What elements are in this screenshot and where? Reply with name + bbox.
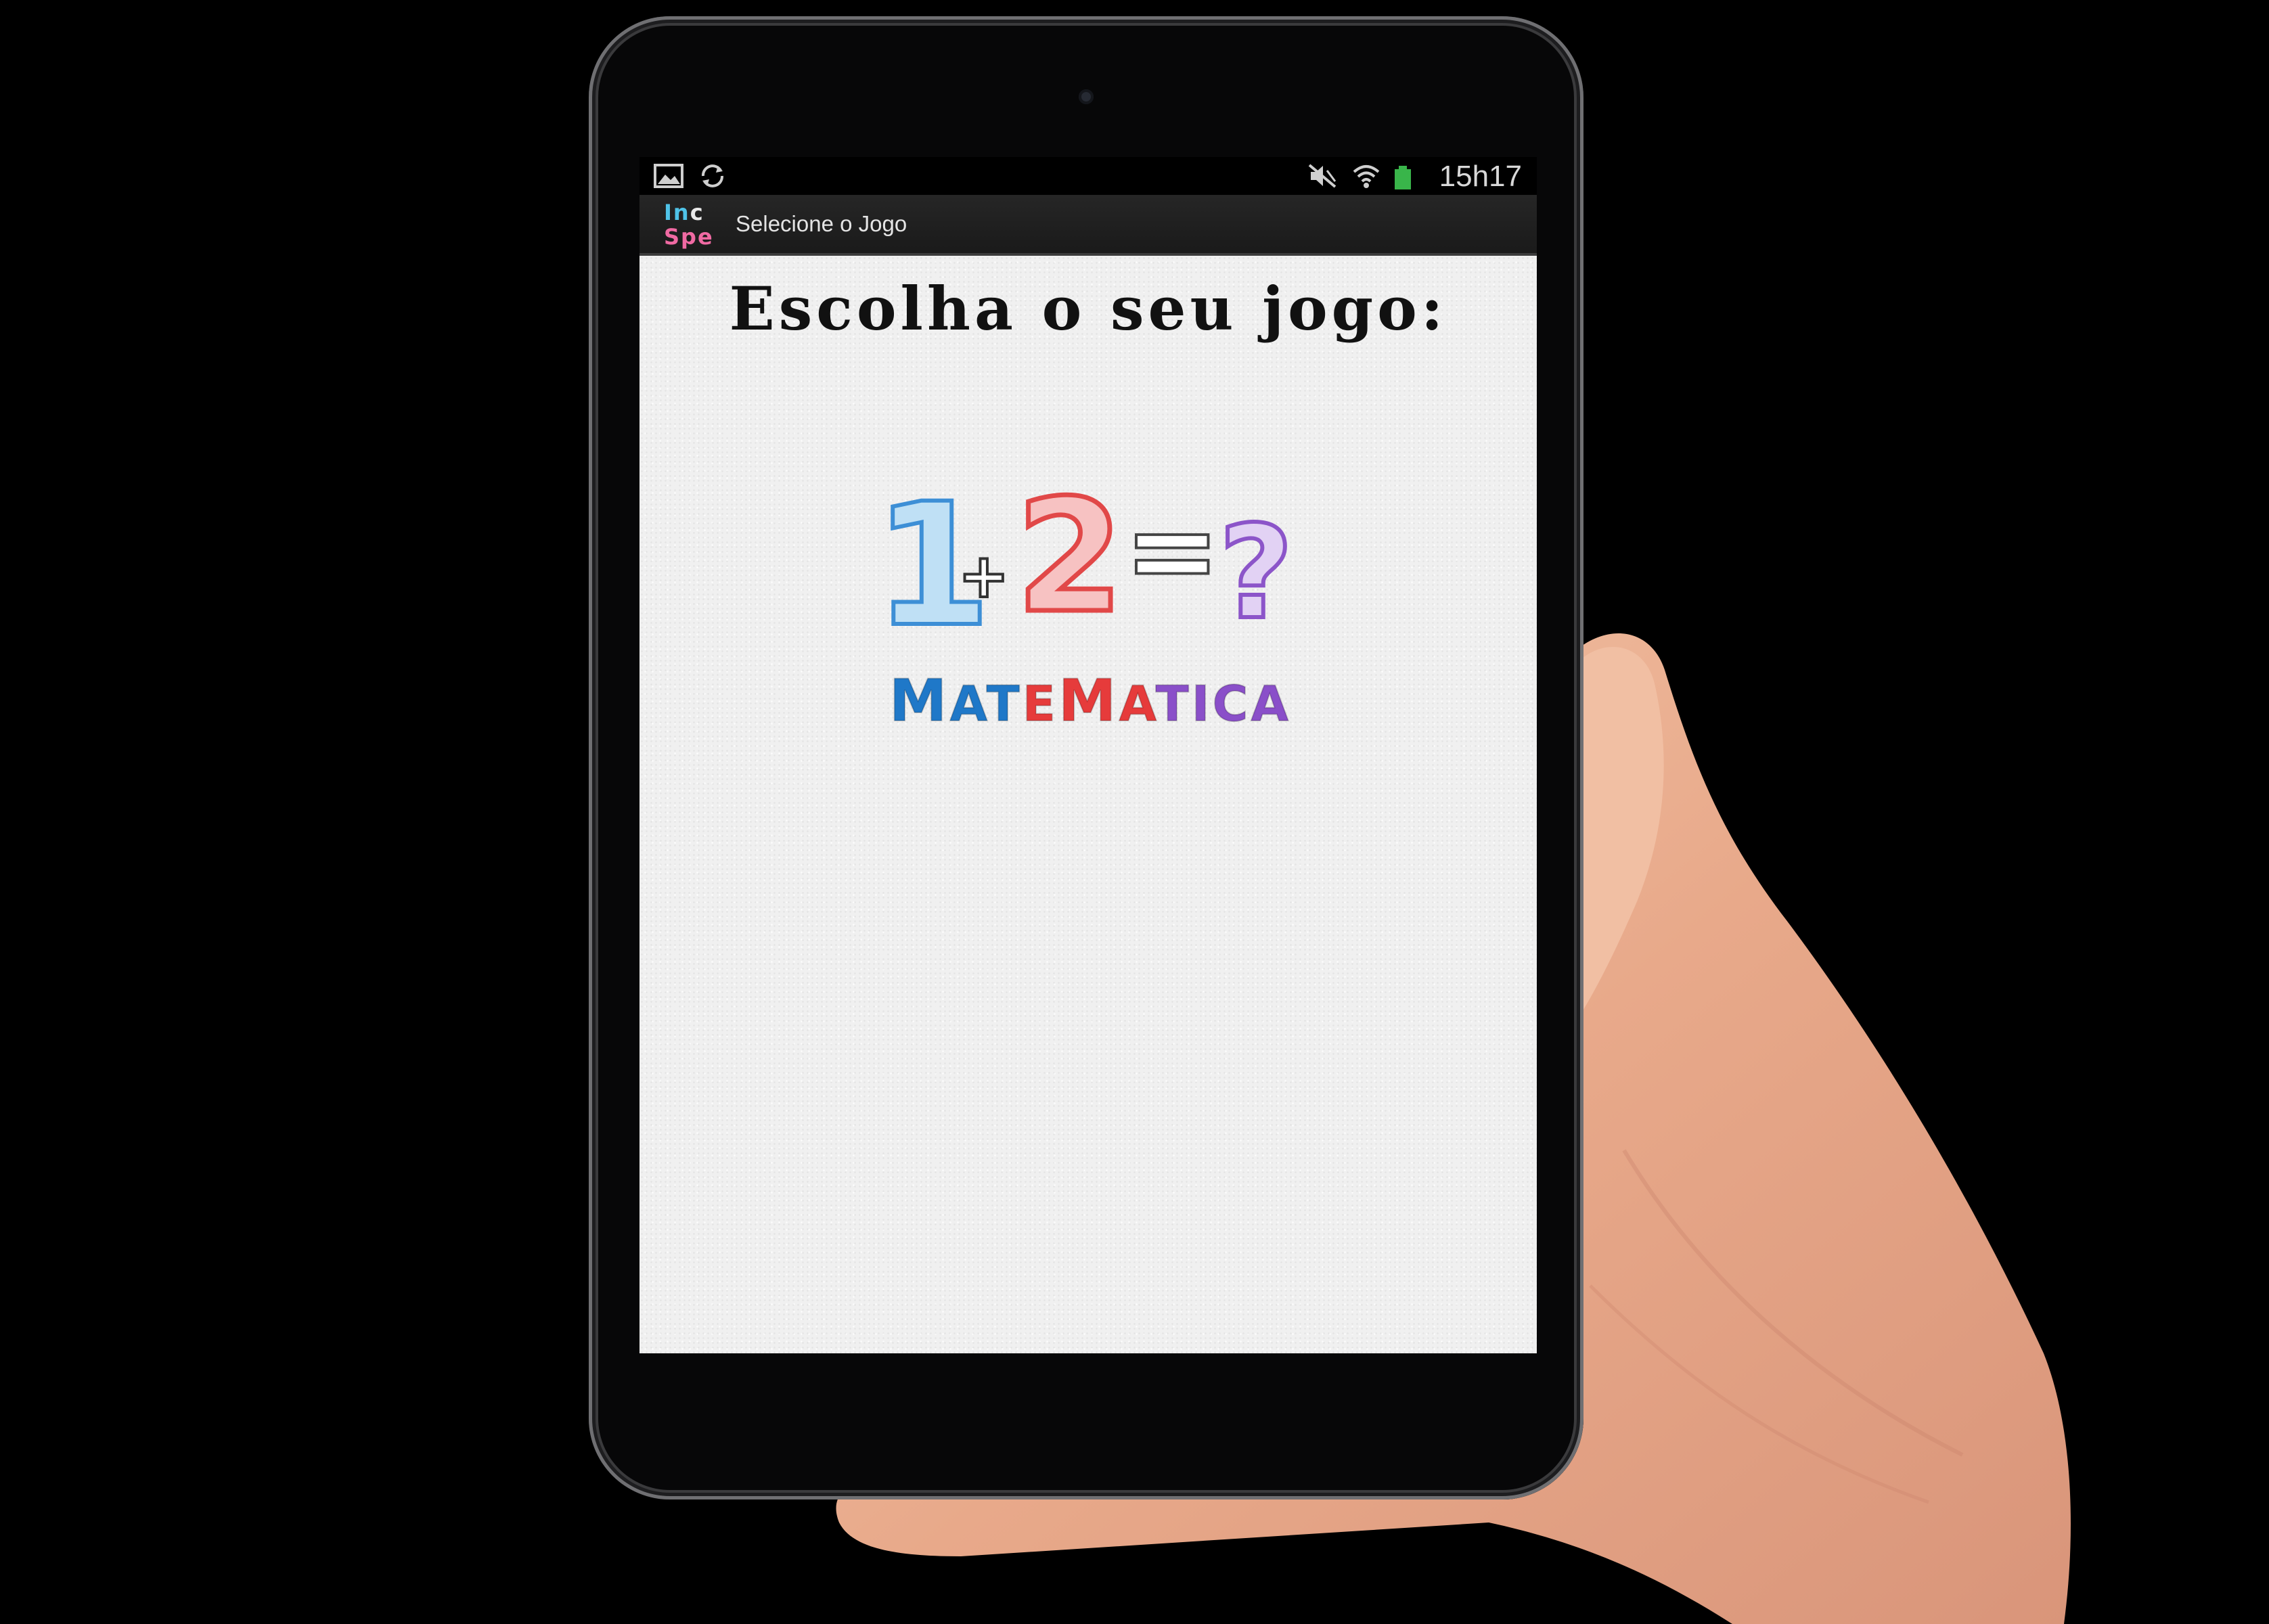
action-bar: Inc Spe Selecione o Jogo: [639, 195, 1537, 256]
page-headline: Escolha o seu jogo:: [729, 273, 1447, 344]
battery-icon: [1393, 165, 1412, 193]
equation-equals: =: [1124, 484, 1220, 618]
logo-line-1: Inc: [664, 200, 704, 225]
mute-icon: [1307, 162, 1338, 193]
equation-question: ?: [1219, 498, 1293, 648]
equation-plus: +: [958, 541, 1009, 612]
camera-lens: [1079, 89, 1094, 104]
equation-number-2: 2: [1016, 467, 1124, 648]
equation-graphic: 1 + 2 = ?: [872, 465, 1295, 652]
action-bar-title: Selecione o Jogo: [736, 211, 907, 236]
tablet-screen: 15h17 Inc Spe Selecione o Jogo Escolha o…: [639, 157, 1537, 1353]
clock-time: 15h17: [1439, 160, 1522, 193]
game-label-matematica: MATEMATICA: [889, 667, 1292, 736]
status-bar: 15h17: [639, 157, 1537, 195]
wifi-icon: [1351, 162, 1381, 193]
paper-background: [639, 256, 1537, 1353]
sync-icon: [698, 162, 727, 193]
game-button-matematica[interactable]: 1 + 2 = ? MATEMATICA: [819, 428, 1361, 780]
app-logo[interactable]: Inc Spe: [664, 200, 722, 252]
logo-line-2: Spe: [664, 224, 714, 250]
image-icon: [653, 162, 684, 193]
